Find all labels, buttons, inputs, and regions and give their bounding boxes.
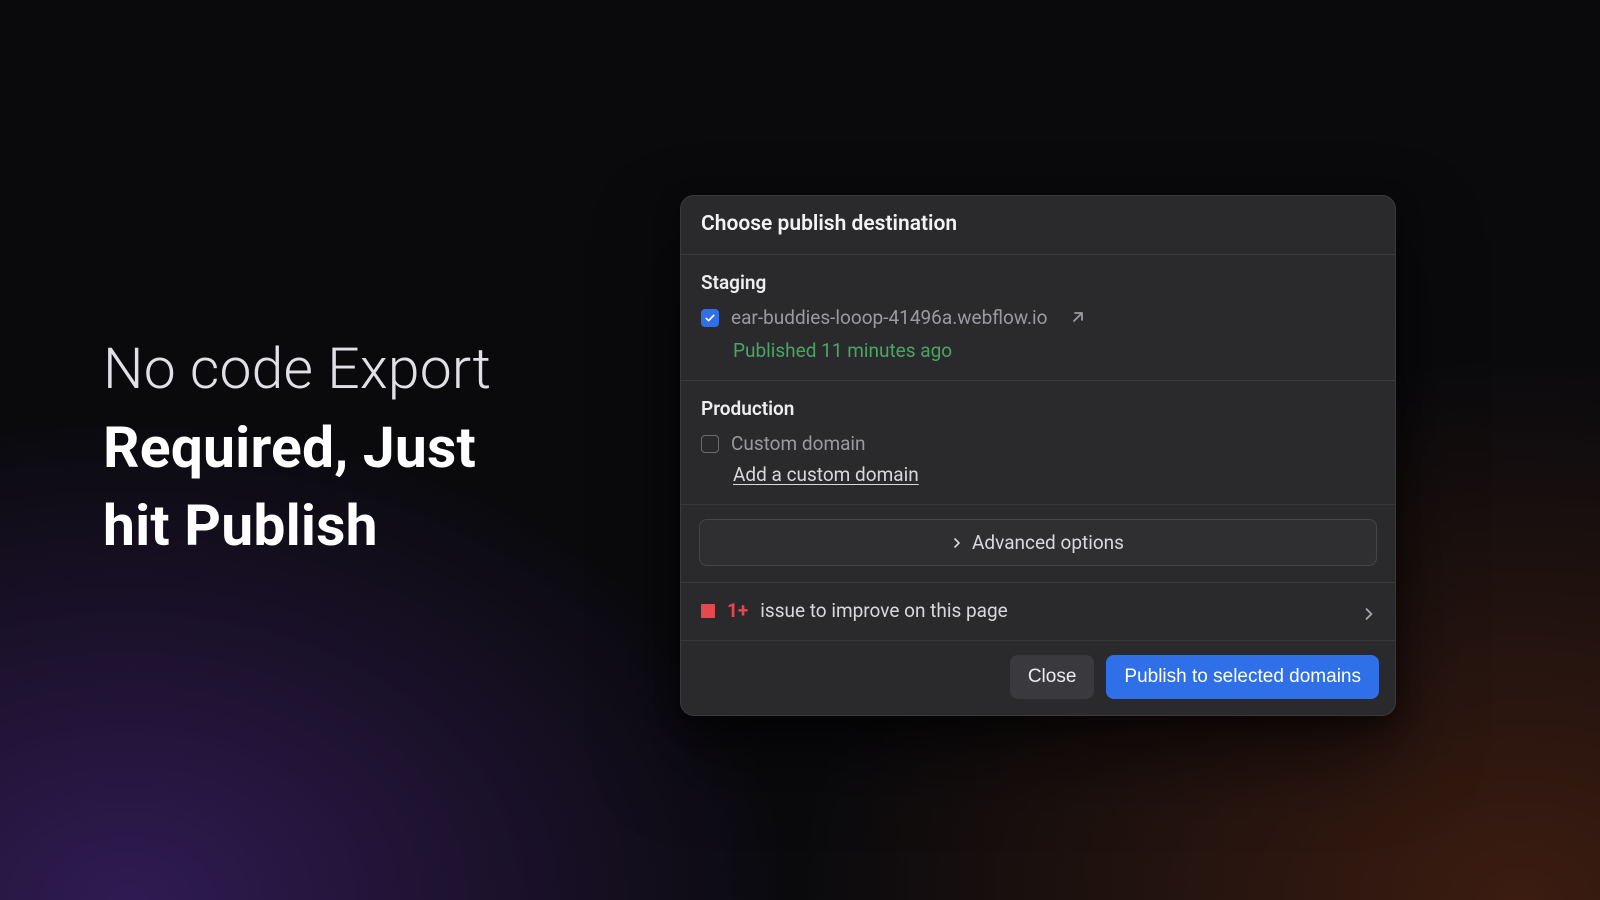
staging-section: Staging ear-buddies-looop-41496a.webflow… [681, 255, 1395, 381]
staging-published-status: Published 11 minutes ago [733, 339, 1375, 362]
advanced-options-wrap: Advanced options [681, 505, 1395, 583]
chevron-right-icon [952, 538, 962, 548]
chevron-right-icon [1363, 605, 1375, 617]
staging-domain-url: ear-buddies-looop-41496a.webflow.io [731, 306, 1047, 329]
marketing-headline: No code Export Required, Just hit Publis… [103, 330, 491, 566]
headline-line-2: Required, Just [103, 409, 491, 488]
add-custom-domain-link[interactable]: Add a custom domain [733, 463, 919, 486]
issue-count: 1+ [727, 599, 748, 622]
advanced-options-button[interactable]: Advanced options [699, 519, 1377, 566]
dialog-footer: Close Publish to selected domains [681, 641, 1395, 715]
headline-line-3: hit Publish [103, 487, 491, 566]
staging-heading: Staging [701, 271, 1375, 294]
dialog-title: Choose publish destination [681, 196, 1395, 255]
staging-domain-row[interactable]: ear-buddies-looop-41496a.webflow.io [701, 306, 1375, 329]
production-domain-row[interactable]: Custom domain [701, 432, 1375, 455]
checkmark-icon [704, 312, 716, 324]
production-checkbox[interactable] [701, 435, 719, 453]
custom-domain-label: Custom domain [731, 432, 866, 455]
production-section: Production Custom domain Add a custom do… [681, 381, 1395, 505]
publish-dialog: Choose publish destination Staging ear-b… [680, 195, 1396, 716]
staging-checkbox[interactable] [701, 309, 719, 327]
production-heading: Production [701, 397, 1375, 420]
issues-row[interactable]: 1+ issue to improve on this page [681, 583, 1395, 641]
issue-text: issue to improve on this page [760, 599, 1351, 622]
advanced-options-label: Advanced options [972, 531, 1124, 554]
external-link-icon[interactable] [1069, 310, 1085, 326]
close-button[interactable]: Close [1010, 655, 1095, 699]
publish-button[interactable]: Publish to selected domains [1106, 655, 1379, 699]
headline-line-1: No code Export [103, 330, 491, 409]
issue-indicator-icon [701, 604, 715, 618]
